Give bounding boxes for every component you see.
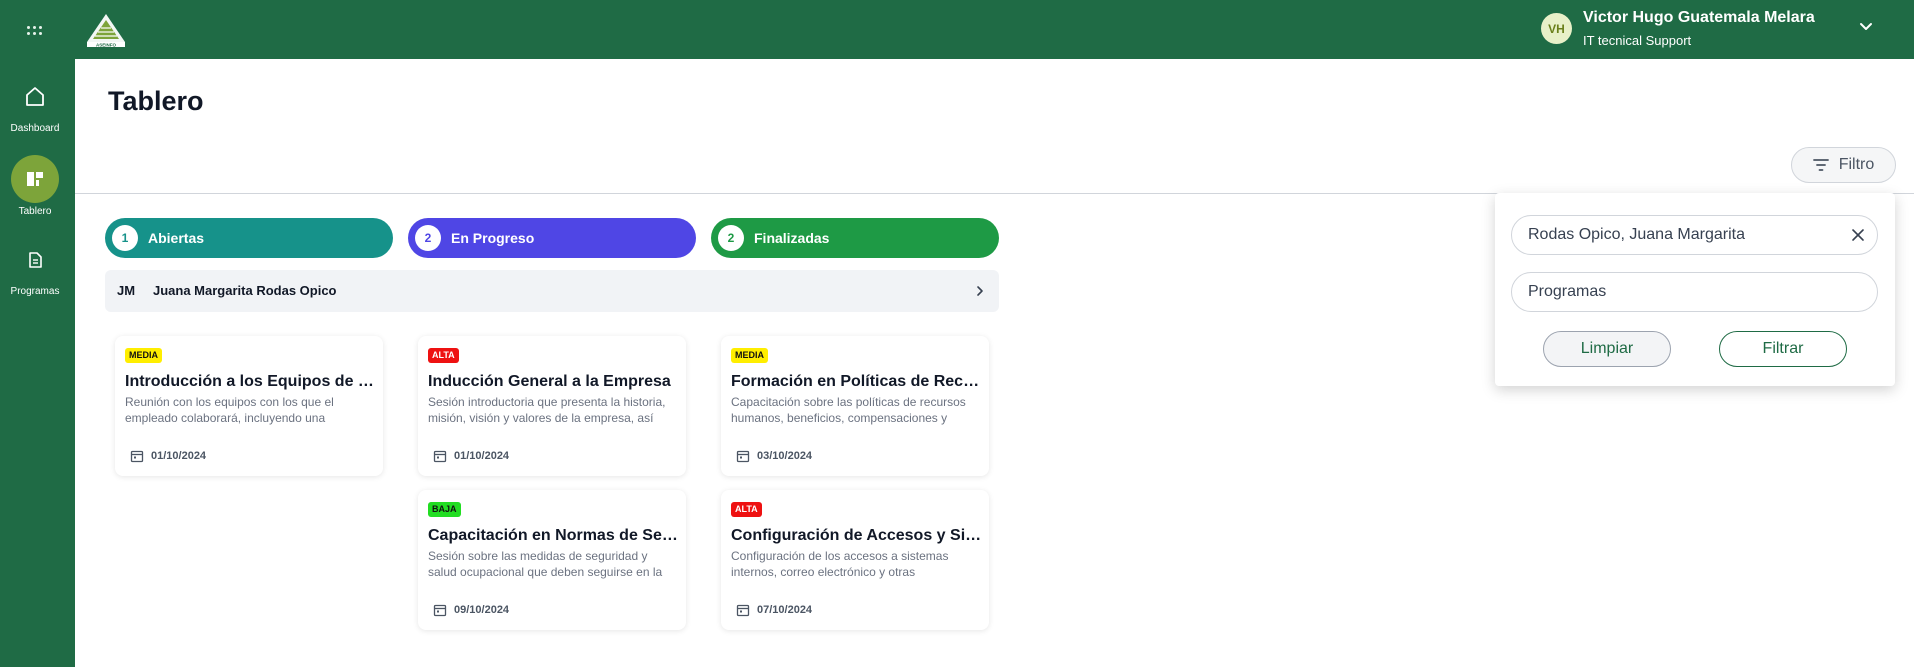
- card-title: Introducción a los Equipos de Trabajo: [125, 373, 377, 390]
- page-title: Tablero: [108, 86, 204, 116]
- aseinfo-logo[interactable]: ASEINFO: [85, 12, 127, 48]
- document-icon: [29, 252, 42, 268]
- filter-button-label: Filtro: [1838, 156, 1875, 173]
- employee-group-row[interactable]: JM Juana Margarita Rodas Opico: [105, 270, 999, 312]
- home-icon: [26, 87, 44, 106]
- card-description: Capacitación sobre las políticas de recu…: [731, 395, 966, 425]
- card-date: 07/10/2024: [757, 604, 813, 616]
- column-finalizadas[interactable]: 2 Finalizadas: [711, 218, 999, 258]
- user-role: IT tecnical Support: [1583, 33, 1692, 48]
- group-name: Juana Margarita Rodas Opico: [153, 283, 337, 298]
- card-description: Configuración de los accesos a sistemas …: [731, 549, 949, 579]
- calendar-icon: [433, 604, 447, 617]
- group-initials: JM: [117, 283, 136, 298]
- priority-badge: ALTA: [731, 502, 762, 517]
- top-bar: ASEINFO VH Victor Hugo Guatemala Melara …: [0, 0, 1914, 59]
- priority-badge: ALTA: [428, 348, 459, 363]
- close-icon[interactable]: [1851, 228, 1865, 242]
- card-date: 09/10/2024: [454, 604, 510, 616]
- program-filter-field[interactable]: Programas: [1511, 272, 1878, 312]
- task-card[interactable]: ALTA Inducción General a la Empresa Sesi…: [418, 336, 686, 476]
- card-date: 01/10/2024: [454, 450, 510, 462]
- employee-filter-value: Rodas Opico, Juana Margarita: [1528, 226, 1745, 243]
- column-title: Abiertas: [148, 230, 205, 246]
- sidebar-item-dashboard[interactable]: Dashboard: [0, 73, 75, 143]
- sidebar-item-programas[interactable]: Programas: [0, 236, 75, 306]
- calendar-icon: [433, 450, 447, 463]
- task-card[interactable]: MEDIA Formación en Políticas de Recursos…: [721, 336, 989, 476]
- sidebar-item-label: Tablero: [18, 206, 52, 217]
- apply-filter-button[interactable]: Filtrar: [1719, 331, 1847, 367]
- filter-button[interactable]: Filtro: [1791, 147, 1896, 183]
- employee-filter-field[interactable]: Rodas Opico, Juana Margarita: [1511, 215, 1878, 255]
- task-card[interactable]: ALTA Configuración de Accesos y Sistemas…: [721, 490, 989, 630]
- priority-badge: BAJA: [428, 502, 461, 517]
- card-date: 01/10/2024: [151, 450, 207, 462]
- board-icon: [27, 172, 43, 186]
- card-description: Sesión introductoria que presenta la his…: [428, 395, 666, 425]
- task-card[interactable]: MEDIA Introducción a los Equipos de Trab…: [115, 336, 383, 476]
- user-avatar[interactable]: VH: [1541, 13, 1572, 44]
- filter-icon: [1812, 159, 1829, 171]
- clear-button[interactable]: Limpiar: [1543, 331, 1671, 367]
- priority-badge: MEDIA: [731, 348, 768, 363]
- chevron-down-icon[interactable]: [1858, 19, 1874, 35]
- calendar-icon: [736, 450, 750, 463]
- card-title: Formación en Políticas de Recursos Human…: [731, 373, 983, 390]
- column-count: 1: [112, 225, 138, 251]
- column-title: En Progreso: [451, 230, 535, 246]
- card-title: Capacitación en Normas de Seguridad: [428, 527, 680, 544]
- sidebar: Dashboard Tablero Programas: [0, 59, 75, 667]
- sidebar-item-label: Programas: [10, 286, 60, 297]
- priority-badge: MEDIA: [125, 348, 162, 363]
- card-description: Sesión sobre las medidas de seguridad y …: [428, 549, 663, 579]
- column-title: Finalizadas: [754, 230, 830, 246]
- sidebar-item-tablero[interactable]: Tablero: [0, 155, 75, 225]
- card-title: Configuración de Accesos y Sistemas: [731, 527, 983, 544]
- chevron-right-icon[interactable]: [973, 284, 987, 298]
- filter-panel: Rodas Opico, Juana Margarita Programas L…: [1495, 193, 1895, 386]
- column-count: 2: [415, 225, 441, 251]
- task-card[interactable]: BAJA Capacitación en Normas de Seguridad…: [418, 490, 686, 630]
- card-date: 03/10/2024: [757, 450, 813, 462]
- logo-text: ASEINFO: [96, 42, 117, 47]
- column-abiertas[interactable]: 1 Abiertas: [105, 218, 393, 258]
- apps-grid-icon[interactable]: [24, 20, 44, 40]
- column-en-progreso[interactable]: 2 En Progreso: [408, 218, 696, 258]
- card-title: Inducción General a la Empresa: [428, 373, 671, 390]
- calendar-icon: [736, 604, 750, 617]
- program-filter-placeholder: Programas: [1528, 283, 1607, 300]
- calendar-icon: [130, 450, 144, 463]
- sidebar-item-label: Dashboard: [10, 123, 60, 134]
- card-description: Reunión con los equipos con los que el e…: [125, 395, 334, 425]
- user-name: Victor Hugo Guatemala Melara: [1583, 9, 1815, 26]
- column-count: 2: [718, 225, 744, 251]
